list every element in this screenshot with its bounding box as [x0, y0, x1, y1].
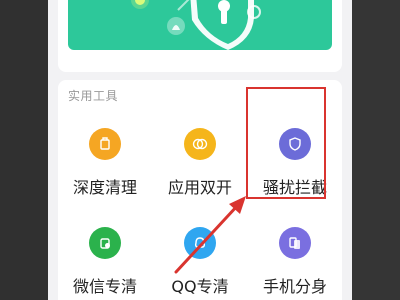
security-illustration [131, 0, 261, 50]
background-right [352, 0, 400, 300]
tool-qq-clean[interactable]: QQ专清 [153, 227, 247, 300]
app-clone-icon [184, 128, 216, 160]
tool-deep-clean[interactable]: 深度清理 [58, 128, 152, 208]
security-banner[interactable] [68, 0, 332, 50]
banner-card [58, 0, 342, 72]
background-left [0, 0, 48, 300]
tool-app-clone[interactable]: 应用双开 [153, 128, 247, 208]
phone-clone-icon [279, 227, 311, 259]
tool-label: QQ专清 [171, 277, 229, 296]
tool-label: 深度清理 [72, 178, 137, 197]
tool-label: 应用双开 [167, 178, 232, 197]
qq-clean-icon [184, 227, 216, 259]
highlight-box [246, 87, 326, 199]
deep-clean-icon [89, 128, 121, 160]
wechat-clean-icon [89, 227, 121, 259]
tool-label: 微信专清 [72, 277, 137, 296]
tool-phone-clone[interactable]: 手机分身 [248, 227, 342, 300]
section-title: 实用工具 [68, 89, 119, 103]
tool-label: 手机分身 [262, 277, 327, 296]
tool-wechat-clean[interactable]: 微信专清 [58, 227, 152, 300]
